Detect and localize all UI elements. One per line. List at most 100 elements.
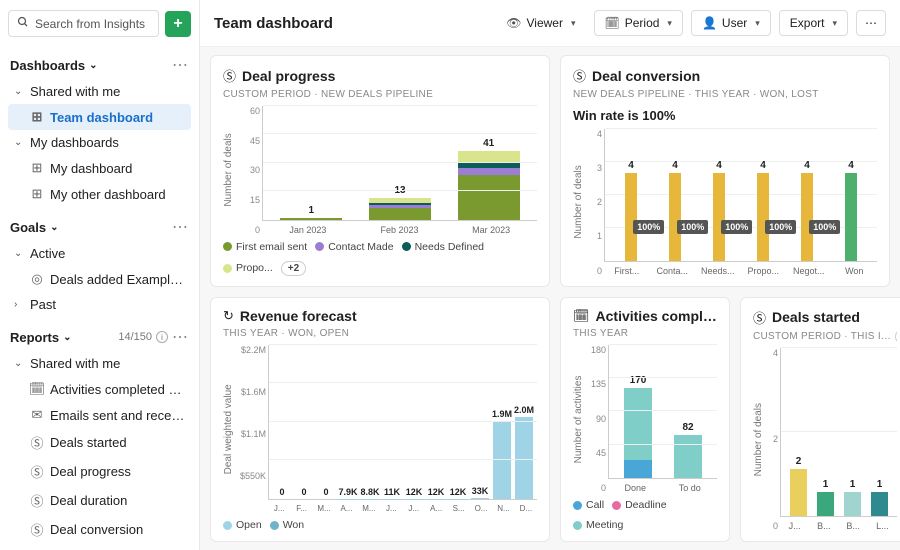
search-placeholder: Search from Insights — [35, 17, 145, 31]
reports-section-header[interactable]: Reports ⌄ — [10, 330, 72, 345]
sidebar-item-deals-won-over-time[interactable]: ⓈDeals won over time — [8, 544, 191, 550]
sidebar-item-my-dashboards[interactable]: ⌄ My dashboards — [8, 130, 191, 155]
sidebar-item-reports-shared[interactable]: ⌄ Shared with me — [8, 351, 191, 376]
dashboards-section-menu[interactable]: ⋯ — [172, 55, 189, 75]
more-menu-button[interactable]: ⋯ — [856, 10, 886, 36]
sidebar-item-activities-completed[interactable]: 🗓Activities completed an... — [8, 376, 191, 402]
chart-plot: 11341 — [262, 106, 537, 221]
card-deals-started: Ⓢ Deals started CUSTOM PERIOD · THIS IS … — [740, 297, 900, 542]
chevron-down-icon: ⌄ — [14, 358, 24, 369]
card-deal-conversion: Ⓢ Deal conversion NEW DEALS PIPELINE · T… — [560, 55, 890, 287]
dashboard-icon: ⊞ — [30, 186, 44, 202]
y-axis-label: Number of deals — [573, 129, 584, 276]
chart-legend: CallDeadlineMeeting — [573, 499, 717, 531]
user-dropdown[interactable]: 👤 User — [691, 10, 771, 36]
search-icon — [17, 16, 29, 31]
sidebar-item-active[interactable]: ⌄ Active — [8, 241, 191, 266]
dashboard-icon: ⊞ — [30, 109, 44, 125]
chevron-down-icon: ⌄ — [14, 86, 24, 97]
chart-plot: 0007.9K8.8K11K12K12K12K33K1.9M2.0M — [268, 345, 537, 500]
chevron-down-icon: ⌄ — [50, 222, 58, 233]
chart-plot: 4100%4100%4100%4100%4100%4 — [604, 129, 877, 262]
chart-legend: OpenWon — [223, 519, 537, 531]
target-icon: ◎ — [30, 271, 44, 287]
x-labels: DoneTo do — [608, 479, 717, 493]
sidebar-item-deal-progress[interactable]: ⓈDeal progress — [8, 457, 191, 486]
dashboards-section-header[interactable]: Dashboards ⌄ — [10, 58, 98, 73]
calendar-icon: 🗓 — [605, 16, 620, 30]
chevron-down-icon: ⌄ — [89, 60, 97, 71]
calendar-icon: 🗓 — [573, 308, 590, 324]
eye-icon: 👁 — [506, 16, 521, 30]
sidebar-item-team-dashboard[interactable]: ⊞ Team dashboard — [8, 104, 191, 130]
user-icon: 👤 — [702, 16, 717, 30]
card-title: Activities complete... — [596, 308, 717, 324]
sidebar-item-deal-duration[interactable]: ⓈDeal duration — [8, 486, 191, 515]
chart-plot: 2111 — [780, 348, 897, 517]
sidebar-item-deals-added-example[interactable]: ◎ Deals added Example t... — [8, 266, 191, 292]
export-button[interactable]: Export — [779, 10, 848, 36]
topbar: Team dashboard 👁 Viewer 🗓 Period 👤 User … — [200, 0, 900, 47]
currency-icon: Ⓢ — [30, 520, 44, 539]
email-icon: ✉ — [30, 407, 44, 423]
forecast-icon: ↻ — [223, 308, 234, 324]
more-pill[interactable]: +1 — [895, 331, 897, 342]
sidebar-item-emails-sent[interactable]: ✉Emails sent and received — [8, 402, 191, 428]
card-activities-completed: 🗓 Activities complete... THIS YEAR Numbe… — [560, 297, 730, 542]
card-revenue-forecast: ↻ Revenue forecast THIS YEAR · WON, OPEN… — [210, 297, 550, 542]
reports-section-menu[interactable]: ⋯ — [172, 327, 189, 347]
page-title: Team dashboard — [214, 15, 333, 32]
reports-count: 14/150 — [118, 331, 152, 343]
card-subtitle: CUSTOM PERIOD · THIS IS +1 — [753, 331, 897, 342]
currency-icon: Ⓢ — [30, 433, 44, 452]
chevron-down-icon: ⌄ — [14, 248, 24, 259]
card-title: Deals started — [772, 309, 860, 325]
y-ticks: $2.2M$1.6M$1.1M$550K — [232, 345, 266, 513]
sidebar-item-my-other-dashboard[interactable]: ⊞ My other dashboard — [8, 181, 191, 207]
currency-icon: Ⓢ — [30, 491, 44, 510]
sidebar-item-past[interactable]: › Past — [8, 292, 191, 317]
goals-section-header[interactable]: Goals ⌄ — [10, 220, 59, 235]
info-icon[interactable]: i — [156, 331, 168, 343]
y-axis-label: Number of deals — [223, 106, 234, 235]
y-ticks: 18013590450 — [582, 345, 606, 493]
win-rate-message: Win rate is 100% — [573, 108, 877, 123]
legend-more-pill[interactable]: +2 — [281, 261, 306, 276]
currency-icon: Ⓢ — [573, 66, 586, 85]
currency-icon: Ⓢ — [30, 462, 44, 481]
card-subtitle: NEW DEALS PIPELINE · THIS YEAR · WON, LO… — [573, 89, 877, 100]
card-deal-progress: Ⓢ Deal progress CUSTOM PERIOD · NEW DEAL… — [210, 55, 550, 287]
card-subtitle: THIS YEAR · WON, OPEN — [223, 328, 537, 339]
period-dropdown[interactable]: 🗓 Period — [594, 10, 683, 36]
sidebar-item-shared-with-me[interactable]: ⌄ Shared with me — [8, 79, 191, 104]
y-ticks: 420 — [762, 348, 778, 531]
sidebar-item-my-dashboard[interactable]: ⊞ My dashboard — [8, 155, 191, 181]
sidebar-item-deal-conversion[interactable]: ⓈDeal conversion — [8, 515, 191, 544]
sidebar: Search from Insights + Dashboards ⌄ ⋯ ⌄ … — [0, 0, 200, 550]
search-input[interactable]: Search from Insights — [8, 10, 159, 37]
viewer-dropdown[interactable]: 👁 Viewer — [496, 11, 585, 35]
x-labels: J...F...M...A...M...J...J...A...S...O...… — [268, 500, 537, 513]
chart-plot: 17082 — [608, 345, 717, 479]
x-labels: J...B...B...L... — [780, 517, 897, 531]
card-subtitle: CUSTOM PERIOD · NEW DEALS PIPELINE — [223, 89, 537, 100]
x-labels: First...Conta...Needs...Propo...Negot...… — [604, 262, 877, 276]
chevron-down-icon: ⌄ — [63, 332, 71, 343]
currency-icon: Ⓢ — [223, 66, 236, 85]
chevron-right-icon: › — [14, 299, 24, 310]
main: Team dashboard 👁 Viewer 🗓 Period 👤 User … — [200, 0, 900, 550]
y-ticks: 43210 — [584, 129, 602, 276]
chart-legend: First email sentContact MadeNeeds Define… — [223, 241, 537, 276]
x-labels: Jan 2023Feb 2023Mar 2023 — [262, 221, 537, 235]
card-title: Revenue forecast — [240, 308, 357, 324]
y-ticks: 604530150 — [234, 106, 260, 235]
chevron-down-icon: ⌄ — [14, 137, 24, 148]
currency-icon: Ⓢ — [753, 308, 766, 327]
sidebar-item-deals-started[interactable]: ⓈDeals started — [8, 428, 191, 457]
add-button[interactable]: + — [165, 11, 191, 37]
card-subtitle: THIS YEAR — [573, 328, 717, 339]
calendar-icon: 🗓 — [30, 381, 44, 397]
goals-section-menu[interactable]: ⋯ — [172, 217, 189, 237]
card-title: Deal progress — [242, 68, 335, 84]
dashboard-icon: ⊞ — [30, 160, 44, 176]
